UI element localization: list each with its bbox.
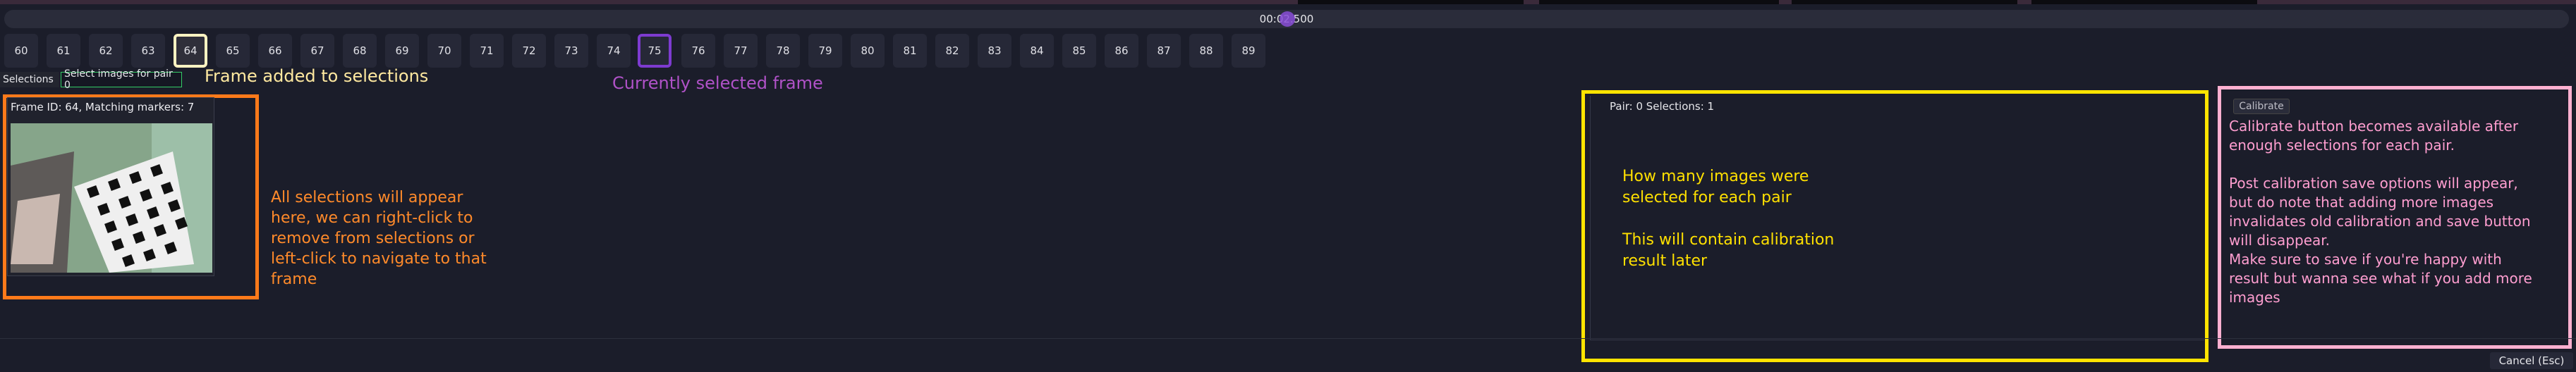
preview-dark-segment [2031, 0, 2257, 4]
preview-dark-segment [1298, 0, 1524, 4]
frame-button[interactable]: 77 [724, 34, 758, 68]
selection-thumbnail[interactable] [11, 123, 212, 273]
tab-select-pair[interactable]: Select images for pair 0 [61, 68, 182, 91]
cancel-button[interactable]: Cancel (Esc) [2490, 352, 2573, 369]
frame-button[interactable]: 60 [4, 34, 38, 68]
frame-button[interactable]: 66 [258, 34, 292, 68]
frame-button[interactable]: 82 [935, 34, 969, 68]
frame-button[interactable]: 86 [1105, 34, 1138, 68]
frame-button[interactable]: 70 [427, 34, 461, 68]
frame-button[interactable]: 71 [470, 34, 504, 68]
frame-button-current[interactable]: 75 [638, 34, 672, 68]
frame-button[interactable]: 68 [343, 34, 377, 68]
timeline-slider[interactable]: 00:02.500 [4, 10, 2569, 28]
frame-button-added[interactable]: 64 [174, 34, 207, 68]
frame-button[interactable]: 88 [1189, 34, 1223, 68]
frame-button[interactable]: 67 [300, 34, 334, 68]
annotation-frame-added: Frame added to selections [205, 66, 429, 86]
annotation-pair-result: This will contain calibration result lat… [1622, 231, 1835, 270]
frame-button[interactable]: 79 [808, 34, 842, 68]
annotation-selections: All selections will appear here, we can … [271, 189, 487, 288]
frame-button[interactable]: 69 [385, 34, 419, 68]
frame-button[interactable]: 76 [681, 34, 715, 68]
bottom-divider [0, 338, 2576, 339]
frame-button[interactable]: 74 [597, 34, 631, 68]
selection-caption: Frame ID: 64, Matching markers: 7 [11, 101, 195, 113]
frame-button[interactable]: 80 [851, 34, 885, 68]
selection-card[interactable]: Frame ID: 64, Matching markers: 7 [7, 97, 214, 276]
frame-button[interactable]: 61 [47, 34, 80, 68]
annotation-calibrate-save: Post calibration save options will appea… [2229, 175, 2531, 249]
frame-button[interactable]: 84 [1020, 34, 1054, 68]
frame-button[interactable]: 62 [89, 34, 123, 68]
tab-selections[interactable]: Selections [0, 72, 59, 87]
calibrate-button[interactable]: Calibrate [2233, 99, 2290, 114]
frame-button[interactable]: 78 [766, 34, 800, 68]
frame-button[interactable]: 73 [554, 34, 588, 68]
annotation-calibrate-tip: Make sure to save if you're happy with r… [2229, 251, 2532, 306]
annotation-pair: How many images were selected for each p… [1622, 166, 1848, 272]
video-preview-edge [0, 0, 2576, 4]
preview-dark-segment [1792, 0, 2017, 4]
annotation-current-frame: Currently selected frame [612, 73, 823, 93]
checkerboard-thumbnail-image [11, 123, 212, 273]
preview-dark-segment [1539, 0, 1779, 4]
frame-button[interactable]: 65 [216, 34, 250, 68]
frame-button[interactable]: 89 [1232, 34, 1265, 68]
frame-button[interactable]: 85 [1062, 34, 1096, 68]
frame-button[interactable]: 63 [131, 34, 165, 68]
frame-button[interactable]: 83 [978, 34, 1011, 68]
annotation-calibrate-available: Calibrate button becomes available after… [2229, 118, 2519, 154]
annotation-pair-count: How many images were selected for each p… [1622, 168, 1809, 206]
pair-selections-label: Pair: 0 Selections: 1 [1610, 100, 1715, 113]
timeline-handle[interactable] [1280, 11, 1295, 27]
frame-button[interactable]: 81 [893, 34, 927, 68]
frame-button[interactable]: 72 [512, 34, 546, 68]
annotation-calibrate: Calibrate button becomes available after… [2229, 117, 2539, 307]
frame-button[interactable]: 87 [1147, 34, 1181, 68]
